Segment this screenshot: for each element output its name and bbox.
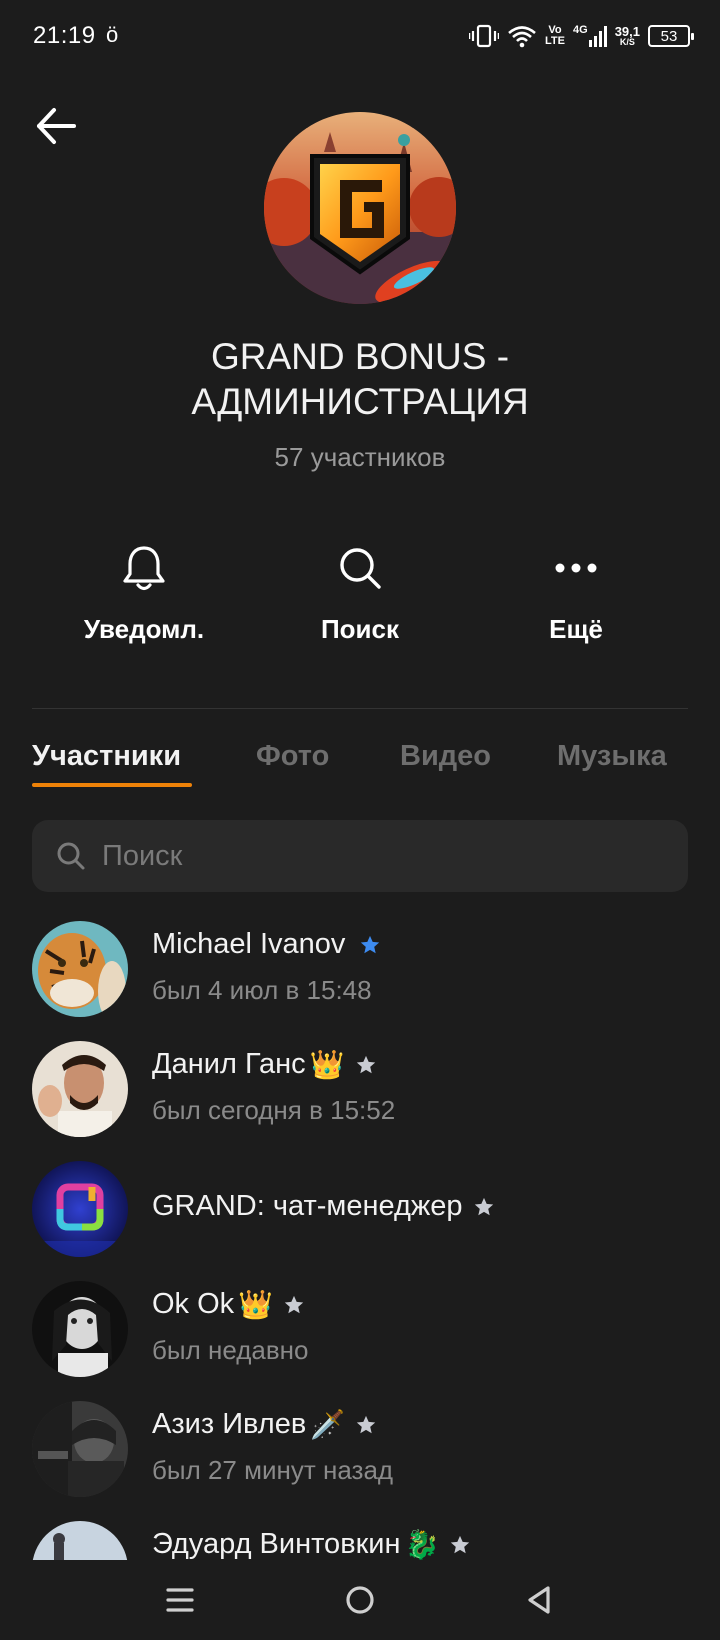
member-name-row: Michael Ivanov	[152, 928, 381, 961]
divider	[32, 708, 688, 709]
back-button[interactable]	[34, 104, 78, 148]
active-tab-indicator	[32, 783, 192, 787]
more-icon	[486, 542, 666, 594]
tab-video[interactable]: Видео	[400, 740, 491, 773]
member-status: был недавно	[152, 1335, 309, 1365]
member-name: Азиз Ивлев	[152, 1408, 307, 1440]
tab-members[interactable]: Участники	[32, 740, 181, 773]
member-name-row: Данил Ганс 👑	[152, 1048, 377, 1081]
avatar	[32, 1161, 128, 1257]
status-time: 21:19	[33, 22, 96, 49]
search-input[interactable]	[102, 839, 662, 873]
arrow-left-icon	[37, 108, 76, 144]
search-icon	[57, 842, 85, 870]
group-logo-image	[264, 112, 456, 304]
admin-star-icon	[474, 1197, 493, 1215]
notification-icon: ö	[106, 22, 119, 47]
signal-icon: 4G	[573, 25, 607, 47]
member-name-row: Ok Ok 👑	[152, 1288, 305, 1321]
member-name: Ok Ok	[152, 1288, 235, 1320]
member-search[interactable]	[32, 820, 688, 892]
admin-star-icon	[356, 1415, 376, 1433]
admin-star-icon	[361, 935, 380, 953]
triangle-back-icon	[528, 1586, 550, 1614]
avatar	[32, 1281, 128, 1377]
battery-icon: 53	[648, 25, 694, 47]
status-icons: Vo LTE 4G 39,1 K/S 53	[469, 20, 694, 52]
member-name: Michael Ivanov	[152, 928, 346, 960]
group-title: GRAND BONUS - АДМИНИСТРАЦИЯ	[191, 336, 529, 422]
net-speed: 39,1 K/S	[614, 24, 640, 47]
admin-star-icon	[284, 1295, 304, 1313]
back-nav-button[interactable]	[518, 1578, 562, 1622]
notifications-label: Уведомл.	[83, 614, 205, 644]
search-label: Поиск	[320, 614, 400, 644]
member-emoji: 👑	[309, 1049, 345, 1080]
bell-icon	[54, 542, 234, 594]
circle-icon	[346, 1586, 374, 1614]
member-item[interactable]: Данил Ганс 👑 был сегодня в 15:52	[0, 1038, 720, 1148]
admin-star-icon	[356, 1055, 375, 1073]
avatar	[32, 1041, 128, 1137]
wifi-icon	[507, 24, 537, 48]
battery-level: 53	[660, 27, 678, 45]
member-status: был 27 минут назад	[152, 1455, 394, 1485]
home-button[interactable]	[338, 1578, 382, 1622]
vibrate-icon	[469, 23, 500, 49]
member-status: был сегодня в 15:52	[152, 1095, 396, 1125]
search-icon	[270, 542, 450, 594]
notifications-button[interactable]: Уведомл.	[54, 542, 234, 645]
member-name-row: Эдуард Винтовкин 🐉	[152, 1528, 471, 1561]
member-name: Эдуард Винтовкин	[152, 1528, 401, 1560]
menu-icon	[166, 1588, 194, 1612]
member-item[interactable]: Азиз Ивлев 🗡️ был 27 минут назад	[0, 1398, 720, 1508]
member-count: 57 участников	[274, 442, 446, 472]
tab-music[interactable]: Музыка	[557, 740, 667, 773]
member-status: был 4 июл в 15:48	[152, 975, 372, 1005]
member-emoji: 🐉	[404, 1529, 440, 1560]
system-nav-bar	[0, 1560, 720, 1640]
member-emoji: 🗡️	[310, 1409, 346, 1440]
search-button[interactable]: Поиск	[270, 542, 450, 645]
member-item[interactable]: Ok Ok 👑 был недавно	[0, 1278, 720, 1388]
avatar	[32, 1401, 128, 1497]
more-label: Ещё	[549, 614, 603, 644]
member-emoji: 👑	[238, 1289, 274, 1320]
member-name-row: Азиз Ивлев 🗡️	[152, 1408, 377, 1441]
group-avatar[interactable]	[264, 112, 456, 304]
admin-star-icon	[451, 1535, 470, 1553]
member-name: GRAND: чат-менеджер	[152, 1190, 463, 1222]
avatar	[32, 921, 128, 1017]
tab-photo[interactable]: Фото	[256, 740, 329, 773]
member-item[interactable]: GRAND: чат-менеджер	[0, 1158, 720, 1268]
more-button[interactable]: Ещё	[486, 542, 666, 645]
member-item[interactable]: Michael Ivanov был 4 июл в 15:48	[0, 918, 720, 1028]
recent-apps-button[interactable]	[158, 1578, 202, 1622]
member-name-row: GRAND: чат-менеджер	[152, 1190, 495, 1223]
volte-icon: Vo LTE	[545, 24, 565, 47]
member-name: Данил Ганс	[152, 1048, 306, 1080]
status-bar: 21:19 ö Vo LTE 4G 39,1 K/S 53	[0, 0, 720, 72]
